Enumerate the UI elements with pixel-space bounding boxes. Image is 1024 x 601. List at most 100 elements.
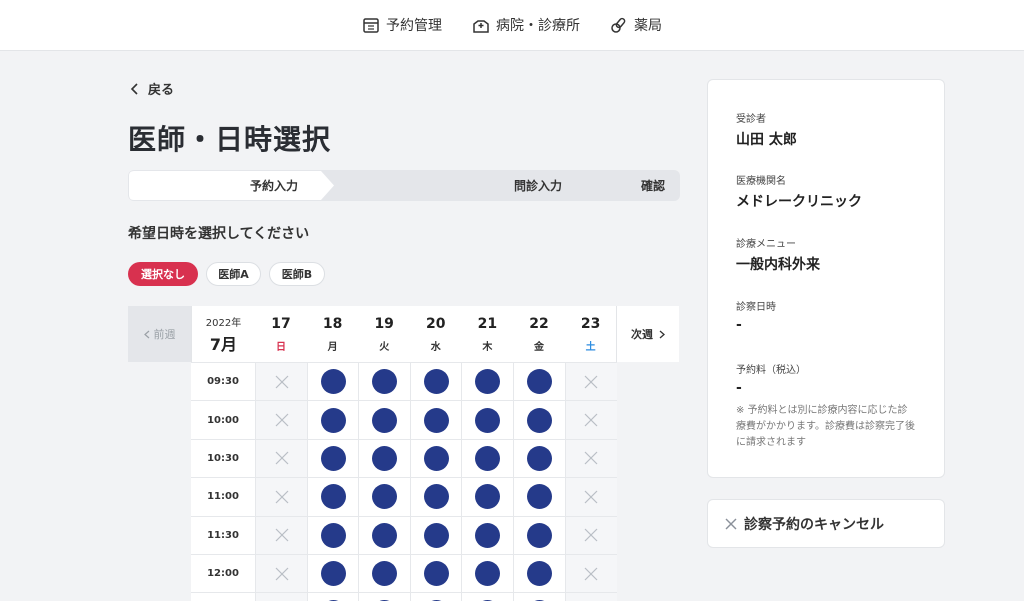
nav-label: 薬局	[634, 18, 662, 34]
available-dot-icon	[372, 407, 398, 433]
step-label: 確認	[640, 179, 665, 193]
available-slot[interactable]	[461, 400, 514, 439]
available-slot[interactable]	[461, 554, 514, 593]
day-header: 20 水	[409, 306, 462, 362]
calendar-icon	[363, 18, 379, 33]
available-slot[interactable]	[306, 554, 359, 593]
available-slot[interactable]	[306, 362, 359, 401]
time-column: 09:30 10:00 10:30 11:00 11:30 12:00	[191, 362, 255, 601]
available-dot-icon	[320, 522, 346, 548]
available-dot-icon	[372, 522, 398, 548]
available-slot[interactable]	[461, 477, 514, 516]
available-slot[interactable]	[461, 592, 514, 601]
available-slot[interactable]	[409, 362, 462, 401]
available-slot[interactable]	[358, 554, 411, 593]
available-slot[interactable]	[513, 477, 565, 516]
step-indicator: 予約入力 問診入力 確認	[128, 170, 680, 201]
available-slot[interactable]	[358, 477, 411, 516]
unavailable-cross-icon	[584, 452, 598, 465]
available-slot[interactable]	[513, 438, 565, 478]
available-slot[interactable]	[306, 592, 359, 601]
filter-doctor-a-chip[interactable]: 医師A	[206, 262, 261, 286]
cancel-reservation-button[interactable]: 診察予約のキャンセル	[707, 499, 945, 548]
available-slot[interactable]	[358, 515, 411, 554]
cancel-label: 診察予約のキャンセル	[744, 516, 884, 533]
available-dot-icon	[475, 407, 501, 433]
time-label	[191, 592, 255, 601]
unavailable-slot	[255, 592, 307, 601]
unavailable-cross-icon	[584, 567, 598, 581]
doctor-filter: 選択なし 医師A 医師B	[128, 262, 325, 286]
available-slot[interactable]	[513, 362, 565, 401]
nav-item-pharmacy[interactable]: 薬局	[610, 15, 662, 35]
unavailable-cross-icon	[275, 490, 288, 504]
unavailable-slot	[564, 554, 617, 593]
nav-label: 予約管理	[386, 18, 442, 34]
available-dot-icon	[372, 561, 398, 587]
filter-doctor-b-chip[interactable]: 医師B	[269, 262, 325, 286]
available-slot[interactable]	[306, 515, 359, 554]
day-weekday: 木	[482, 341, 493, 353]
available-slot[interactable]	[306, 438, 359, 478]
available-slot[interactable]	[461, 515, 514, 554]
available-slot[interactable]	[513, 592, 565, 601]
step-confirm: 確認	[558, 170, 680, 201]
available-slot[interactable]	[513, 400, 565, 439]
day-weekday: 金	[534, 341, 544, 353]
available-slot[interactable]	[306, 400, 359, 439]
unavailable-cross-icon	[275, 567, 288, 581]
day-date: 20	[426, 315, 446, 332]
day-header: 21 木	[461, 306, 514, 362]
available-slot[interactable]	[358, 592, 411, 601]
available-slot[interactable]	[461, 362, 514, 401]
month-label: 7月	[209, 334, 238, 354]
chevron-left-icon	[143, 330, 149, 338]
available-slot[interactable]	[409, 554, 462, 593]
day-date: 22	[529, 315, 549, 332]
fee-value: -	[736, 380, 742, 396]
available-slot[interactable]	[409, 438, 462, 478]
available-slot[interactable]	[461, 438, 514, 478]
fee-field: 予約料（税込） -	[736, 361, 806, 396]
back-link[interactable]: 戻る	[130, 79, 174, 98]
month-header: 2022年 7月	[191, 306, 255, 362]
day-weekday: 火	[379, 341, 390, 353]
available-dot-icon	[423, 407, 449, 433]
prev-week-button[interactable]: 前週	[128, 306, 191, 362]
unavailable-slot	[564, 477, 617, 516]
day-date: 23	[580, 315, 601, 332]
available-dot-icon	[423, 484, 449, 510]
chevron-left-icon	[130, 82, 138, 95]
available-slot[interactable]	[409, 400, 462, 439]
unavailable-slot	[564, 438, 617, 478]
available-slot[interactable]	[409, 592, 462, 601]
available-slot[interactable]	[513, 554, 565, 593]
filter-none-chip[interactable]: 選択なし	[128, 262, 198, 286]
available-slot[interactable]	[409, 515, 462, 554]
time-label: 10:30	[191, 438, 255, 478]
unavailable-slot	[255, 477, 307, 516]
unavailable-slot	[255, 438, 307, 478]
available-dot-icon	[527, 445, 552, 471]
available-dot-icon	[527, 369, 552, 395]
available-slot[interactable]	[358, 438, 411, 478]
unavailable-cross-icon	[275, 413, 288, 427]
pill-icon	[611, 17, 626, 33]
available-slot[interactable]	[358, 400, 411, 439]
time-label: 12:00	[191, 553, 255, 593]
available-slot[interactable]	[358, 362, 411, 401]
nav-item-hospitals[interactable]: 病院・診療所	[472, 15, 580, 35]
unavailable-cross-icon	[584, 375, 598, 389]
next-week-button[interactable]: 次週	[616, 306, 679, 362]
available-dot-icon	[372, 369, 398, 395]
available-dot-icon	[423, 561, 449, 587]
day-weekday: 月	[327, 341, 338, 353]
available-slot[interactable]	[513, 515, 565, 554]
unavailable-cross-icon	[584, 413, 598, 427]
clinic-field: 医療機関名 メドレークリニック	[736, 172, 862, 211]
available-slot[interactable]	[409, 477, 462, 516]
time-label: 11:00	[191, 477, 255, 516]
available-slot[interactable]	[306, 477, 359, 516]
nav-item-reservations[interactable]: 予約管理	[362, 15, 442, 35]
patient-field: 受診者 山田 太郎	[736, 110, 797, 149]
